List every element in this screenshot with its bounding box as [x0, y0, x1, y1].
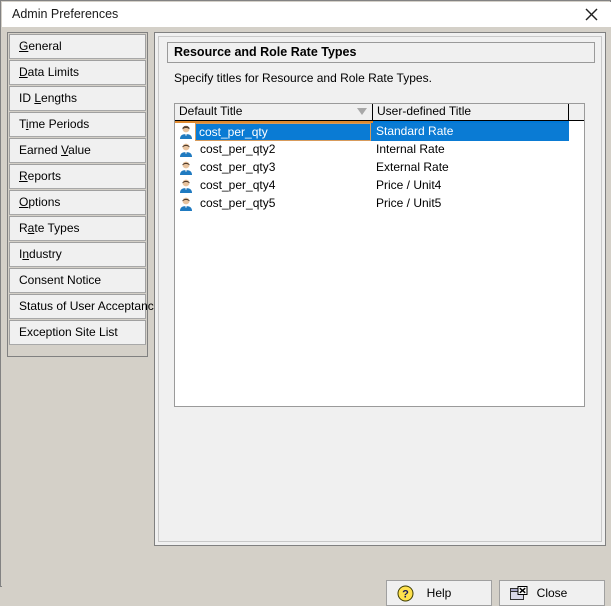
cell-default-title[interactable]: cost_per_qty2 — [197, 141, 371, 159]
close-button-label: Close — [536, 586, 568, 600]
column-header-label: User-defined Title — [377, 104, 472, 118]
sidebar-item-label: Reports — [19, 169, 62, 183]
sidebar-item-earned-value[interactable]: Earned Value — [9, 138, 146, 163]
sidebar-item-rate-types[interactable]: Rate Types — [9, 216, 146, 241]
preferences-tab-list: General Data Limits ID Lengths Time Peri… — [7, 32, 160, 357]
column-header-label: Default Title — [179, 104, 243, 118]
sidebar-item-label: Rate Types — [19, 221, 80, 235]
sort-descending-icon[interactable] — [357, 108, 367, 115]
dialog-client-area: General Data Limits ID Lengths Time Peri… — [2, 27, 611, 606]
group-description: Specify titles for Resource and Role Rat… — [174, 71, 432, 85]
help-button[interactable]: ? Help — [386, 580, 492, 606]
cell-default-title[interactable]: cost_per_qty — [195, 123, 371, 141]
sidebar-item-label: Options — [19, 195, 61, 209]
cell-default-title[interactable]: cost_per_qty4 — [197, 177, 371, 195]
rate-types-table[interactable]: Default Title User-defined Title cost_pe… — [174, 103, 585, 407]
table-header-row: Default Title User-defined Title — [175, 104, 584, 121]
sidebar-item-status-of-user-acceptance[interactable]: Status of User Acceptance — [9, 294, 160, 319]
person-icon — [178, 196, 194, 212]
content-panel-inner: Resource and Role Rate Types Specify tit… — [158, 36, 602, 542]
sidebar-item-reports[interactable]: Reports — [9, 164, 146, 189]
sidebar-item-label: General — [19, 39, 62, 53]
person-icon — [178, 142, 194, 158]
sidebar-item-consent-notice[interactable]: Consent Notice — [9, 268, 146, 293]
column-header-default-title[interactable]: Default Title — [175, 104, 373, 121]
sidebar-item-label: Status of User Acceptance — [19, 299, 161, 313]
sidebar-item-label: Earned Value — [19, 143, 91, 157]
sidebar-item-label: Consent Notice — [19, 273, 102, 287]
table-row[interactable]: cost_per_qty2 Internal Rate — [175, 141, 584, 159]
cell-user-title[interactable]: Price / Unit5 — [373, 195, 569, 213]
cell-user-title[interactable]: Price / Unit4 — [373, 177, 569, 195]
cell-user-title[interactable]: External Rate — [373, 159, 569, 177]
sidebar-item-label: Data Limits — [19, 65, 80, 79]
cell-default-title[interactable]: cost_per_qty3 — [197, 159, 371, 177]
sidebar-item-id-lengths[interactable]: ID Lengths — [9, 86, 146, 111]
cell-user-title[interactable]: Standard Rate — [373, 123, 569, 141]
admin-preferences-dialog: Admin Preferences General Data Limits ID… — [0, 0, 611, 606]
column-header-user-defined-title[interactable]: User-defined Title — [373, 104, 569, 121]
sidebar-item-exception-site-list[interactable]: Exception Site List — [9, 320, 146, 345]
person-icon — [178, 124, 194, 140]
content-panel: Resource and Role Rate Types Specify tit… — [154, 32, 606, 546]
table-row[interactable]: cost_per_qty Standard Rate — [175, 123, 584, 141]
sidebar-item-general[interactable]: General — [9, 34, 146, 59]
help-button-label: Help — [426, 586, 452, 600]
group-title: Resource and Role Rate Types — [167, 42, 595, 63]
table-row[interactable]: cost_per_qty3 External Rate — [175, 159, 584, 177]
table-row[interactable]: cost_per_qty4 Price / Unit4 — [175, 177, 584, 195]
cell-user-title[interactable]: Internal Rate — [373, 141, 569, 159]
window-title: Admin Preferences — [12, 7, 119, 21]
sidebar-item-label: ID Lengths — [19, 91, 78, 105]
sidebar-item-label: Exception Site List — [19, 325, 118, 339]
person-icon — [178, 160, 194, 176]
close-x-icon[interactable] — [571, 2, 611, 27]
sidebar-item-label: Industry — [19, 247, 62, 261]
person-icon — [178, 178, 194, 194]
sidebar-item-options[interactable]: Options — [9, 190, 146, 215]
sidebar-item-time-periods[interactable]: Time Periods — [9, 112, 146, 137]
cell-default-title[interactable]: cost_per_qty5 — [197, 195, 371, 213]
close-button[interactable]: Close — [499, 580, 605, 606]
column-header-blank[interactable] — [569, 104, 584, 121]
title-bar: Admin Preferences — [2, 2, 611, 27]
table-row[interactable]: cost_per_qty5 Price / Unit5 — [175, 195, 584, 213]
sidebar-item-label: Time Periods — [19, 117, 90, 131]
sidebar-item-data-limits[interactable]: Data Limits — [9, 60, 146, 85]
sidebar-item-industry[interactable]: Industry — [9, 242, 146, 267]
